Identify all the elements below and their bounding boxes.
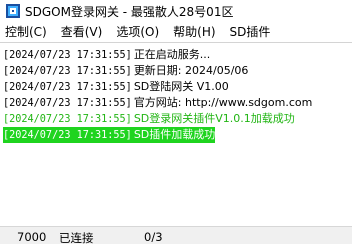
log-line-selected[interactable]: [2024/07/23 17:31:55] SD插件加载成功 [0,127,352,143]
selection-highlight: [2024/07/23 17:31:55] SD插件加载成功 [3,127,216,143]
log-message: SD登陆网关 V1.00 [133,80,229,93]
log-line[interactable]: [2024/07/23 17:31:55] SD登陆网关 V1.00 [0,79,352,95]
menu-bar: 控制(C) 查看(V) 选项(O) 帮助(H) SD插件 [0,22,352,41]
window-title: SDGOM登录网关 - 最强散人28号01区 [25,4,234,19]
log-list[interactable]: [2024/07/23 17:31:55] 正在启动服务... [2024/07/… [0,44,352,224]
log-timestamp: [2024/07/23 17:31:55] [3,50,132,61]
status-port: 7000 [17,230,47,244]
log-line[interactable]: [2024/07/23 17:31:55] 正在启动服务... [0,47,352,63]
log-message: SD插件加载成功 [133,128,216,141]
log-line[interactable]: [2024/07/23 17:31:55] SD登录网关插件V1.0.1加载成功 [0,111,352,127]
log-timestamp: [2024/07/23 17:31:55] [3,82,132,93]
status-connection: 已连接 [59,231,94,244]
log-message: SD登录网关插件V1.0.1加载成功 [133,112,295,125]
menu-view[interactable]: 查看(V) [61,23,103,40]
menu-separator [0,42,352,43]
menu-options[interactable]: 选项(O) [116,23,159,40]
log-timestamp: [2024/07/23 17:31:55] [3,66,132,77]
log-message: 正在启动服务... [133,48,211,61]
title-bar: SDGOM登录网关 - 最强散人28号01区 [0,0,352,22]
log-message: 官方网站: http://www.sdgom.com [133,96,313,109]
log-message: 更新日期: 2024/05/06 [133,64,249,77]
menu-control[interactable]: 控制(C) [5,23,47,40]
log-line[interactable]: [2024/07/23 17:31:55] 更新日期: 2024/05/06 [0,63,352,79]
log-timestamp: [2024/07/23 17:31:55] [3,98,132,109]
log-line[interactable]: [2024/07/23 17:31:55] 官方网站: http://www.sd… [0,95,352,111]
status-bar: 7000 已连接 0/3 [0,226,352,244]
log-timestamp: [2024/07/23 17:31:55] [3,130,132,141]
menu-help[interactable]: 帮助(H) [173,23,215,40]
status-count: 0/3 [144,230,163,244]
app-icon [5,3,21,19]
log-timestamp: [2024/07/23 17:31:55] [3,114,132,125]
menu-sd-plugin[interactable]: SD插件 [230,23,271,40]
